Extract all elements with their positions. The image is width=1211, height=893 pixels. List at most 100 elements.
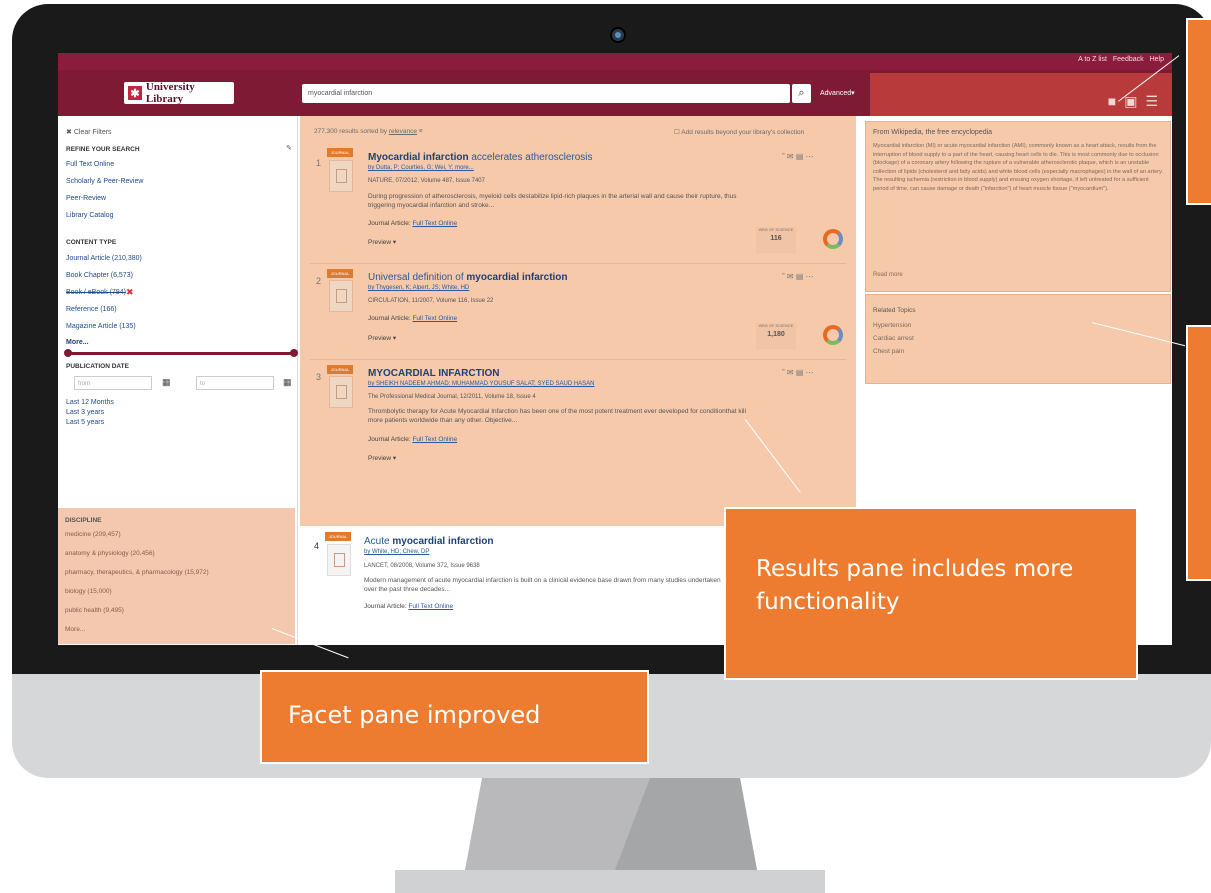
facet-journal-article[interactable]: Journal Article (210,380) xyxy=(66,255,142,262)
facet-anatomy[interactable]: anatomy & physiology (20,456) xyxy=(65,550,155,557)
edit-icon[interactable]: ✎ xyxy=(286,144,292,152)
result-title[interactable]: MYOCARDIAL INFARCTION xyxy=(368,368,499,379)
content-type-more[interactable]: More... xyxy=(66,339,89,346)
remove-filter-icon[interactable]: ✖ xyxy=(126,287,134,298)
slider-end-handle[interactable] xyxy=(290,349,298,357)
related-topic-chest-pain[interactable]: Chest pain xyxy=(873,348,904,355)
result-actions[interactable]: ” ✉ ▤ ⋯ xyxy=(782,368,814,377)
top-strip: A to Z list Feedback Help xyxy=(58,53,1172,70)
result-number: 4 xyxy=(314,541,320,551)
facet-medicine[interactable]: medicine (209,457) xyxy=(65,531,121,538)
sort-dropdown[interactable]: relevance xyxy=(389,128,417,135)
wos-badge[interactable]: WEB OF SCIENCE 1,180 xyxy=(756,323,796,349)
help-link[interactable]: Help xyxy=(1150,56,1164,63)
result-number: 2 xyxy=(316,276,322,286)
preview-toggle[interactable]: Preview ▾ xyxy=(368,334,396,342)
facet-magazine[interactable]: Magazine Article (135) xyxy=(66,323,136,330)
result-title[interactable]: Acute myocardial infarction xyxy=(364,536,494,547)
clear-filters-button[interactable]: ✖ Clear Filters xyxy=(66,128,112,136)
discipline-more[interactable]: More... xyxy=(65,626,85,633)
result-number: 1 xyxy=(316,158,322,168)
result-thumbnail[interactable] xyxy=(329,160,353,192)
date-last-3-years[interactable]: Last 3 years xyxy=(66,409,104,416)
wikipedia-panel: From Wikipedia, the free encyclopedia My… xyxy=(865,121,1171,292)
result-thumbnail[interactable] xyxy=(327,544,351,576)
related-topic-hypertension[interactable]: Hypertension xyxy=(873,322,911,329)
advanced-search-link[interactable]: Advanced▾ xyxy=(820,89,855,97)
result-access[interactable]: Journal Article: Full Text Online xyxy=(368,220,457,227)
result-snippet: Thrombolytic therapy for Acute Myocardia… xyxy=(368,408,746,424)
date-to-field[interactable]: to xyxy=(196,376,274,390)
read-more-link[interactable]: Read more xyxy=(873,272,903,278)
result-divider xyxy=(310,359,846,360)
facet-reference[interactable]: Reference (166) xyxy=(66,306,117,313)
result-title[interactable]: Universal definition of myocardial infar… xyxy=(368,272,568,283)
facet-scholarly[interactable]: Scholarly & Peer-Review xyxy=(66,178,143,185)
result-actions[interactable]: ” ✉ ▤ ⋯ xyxy=(782,152,814,161)
results-summary: 277,300 results sorted by relevance ≡ xyxy=(314,128,423,135)
beyond-collection-checkbox[interactable]: ☐ Add results beyond your library's coll… xyxy=(674,128,804,136)
result-source: The Professional Medical Journal, 12/201… xyxy=(368,394,536,400)
facet-pharmacy[interactable]: pharmacy, therapeutics, & pharmacology (… xyxy=(65,569,209,576)
result-authors: by Dutta, P; Courties, G; Wei, Y; more..… xyxy=(368,165,474,171)
preview-toggle[interactable]: Preview ▾ xyxy=(368,454,396,462)
search-input[interactable]: myocardial infarction xyxy=(302,84,790,103)
date-last-5-years[interactable]: Last 5 years xyxy=(66,419,104,426)
result-access[interactable]: Journal Article: Full Text Online xyxy=(364,603,453,610)
result-type-badge: JOURNAL xyxy=(327,148,353,157)
facet-peer-review[interactable]: Peer-Review xyxy=(66,195,106,202)
result-type-badge: JOURNAL xyxy=(327,365,353,374)
results-callout: Results pane includes more functionality xyxy=(724,507,1138,680)
result-authors: by White, HD; Chew, DP xyxy=(364,549,430,555)
webcam-icon xyxy=(610,27,626,43)
result-source: LANCET, 08/2008, Volume 372, Issue 9638 xyxy=(364,563,480,569)
wos-badge[interactable]: WEB OF SCIENCE 116 xyxy=(756,227,796,253)
refine-heading: REFINE YOUR SEARCH xyxy=(66,146,140,153)
calendar-to-icon[interactable]: ▦ xyxy=(283,377,292,388)
menu-icon[interactable]: ☰ xyxy=(1145,93,1158,110)
header: ✱ University Library myocardial infarcti… xyxy=(58,70,1172,128)
date-last-12-months[interactable]: Last 12 Months xyxy=(66,399,114,406)
altmetric-donut-icon[interactable] xyxy=(823,229,843,249)
result-authors: by Thygesen, K; Alpert, JS; White, HD xyxy=(368,285,470,291)
atoz-link[interactable]: A to Z list xyxy=(1078,56,1107,63)
discipline-facet-highlight: DISCIPLINE medicine (209,457) anatomy & … xyxy=(58,508,295,644)
related-heading: Related Topics xyxy=(873,307,916,314)
result-source: NATURE, 07/2012, Volume 487, Issue 7407 xyxy=(368,178,485,184)
result-thumbnail[interactable] xyxy=(329,376,353,408)
result-type-badge: JOURNAL xyxy=(327,269,353,278)
result-type-badge: JOURNAL xyxy=(325,532,351,541)
content-type-heading: CONTENT TYPE xyxy=(66,239,117,246)
result-snippet: During progression of atherosclerosis, m… xyxy=(368,193,737,209)
facet-book-chapter[interactable]: Book Chapter (6,573) xyxy=(66,272,133,279)
university-logo[interactable]: ✱ University Library xyxy=(124,81,234,105)
wiki-text: Myocardial infarction (MI) or acute myoc… xyxy=(873,143,1163,192)
result-number: 3 xyxy=(316,372,322,382)
facet-full-text[interactable]: Full Text Online xyxy=(66,161,114,168)
slider-start-handle[interactable] xyxy=(64,349,72,357)
date-range-slider[interactable] xyxy=(64,349,298,357)
result-actions[interactable]: ” ✉ ▤ ⋯ xyxy=(782,272,814,281)
date-from-field[interactable]: from xyxy=(74,376,152,390)
rss-icon[interactable]: ≡ xyxy=(419,128,423,135)
wiki-source: From Wikipedia, the free encyclopedia xyxy=(873,129,993,136)
header-tools-callout xyxy=(1186,18,1211,205)
logo-star-icon: ✱ xyxy=(128,86,142,100)
folder-icon[interactable]: ■ xyxy=(1108,93,1116,110)
calendar-from-icon[interactable]: ▦ xyxy=(162,377,171,388)
feedback-link[interactable]: Feedback xyxy=(1113,56,1144,63)
search-icon[interactable]: ⌕ xyxy=(792,84,811,103)
pub-date-heading: PUBLICATION DATE xyxy=(66,363,129,370)
facet-library-catalog[interactable]: Library Catalog xyxy=(66,212,113,219)
result-access[interactable]: Journal Article: Full Text Online xyxy=(368,315,457,322)
header-tools: ■ ▣ ☰ xyxy=(1108,93,1158,110)
altmetric-donut-icon[interactable] xyxy=(823,325,843,345)
facet-public-health[interactable]: public health (9,495) xyxy=(65,607,124,614)
related-topic-cardiac-arrest[interactable]: Cardiac arrest xyxy=(873,335,914,342)
facet-biology[interactable]: biology (15,000) xyxy=(65,588,112,595)
result-thumbnail[interactable] xyxy=(329,280,353,312)
result-title[interactable]: Myocardial infarction accelerates athero… xyxy=(368,152,593,163)
preview-toggle[interactable]: Preview ▾ xyxy=(368,238,396,246)
result-access[interactable]: Journal Article: Full Text Online xyxy=(368,436,457,443)
facet-book-ebook[interactable]: Book / eBook (794) xyxy=(66,289,126,296)
